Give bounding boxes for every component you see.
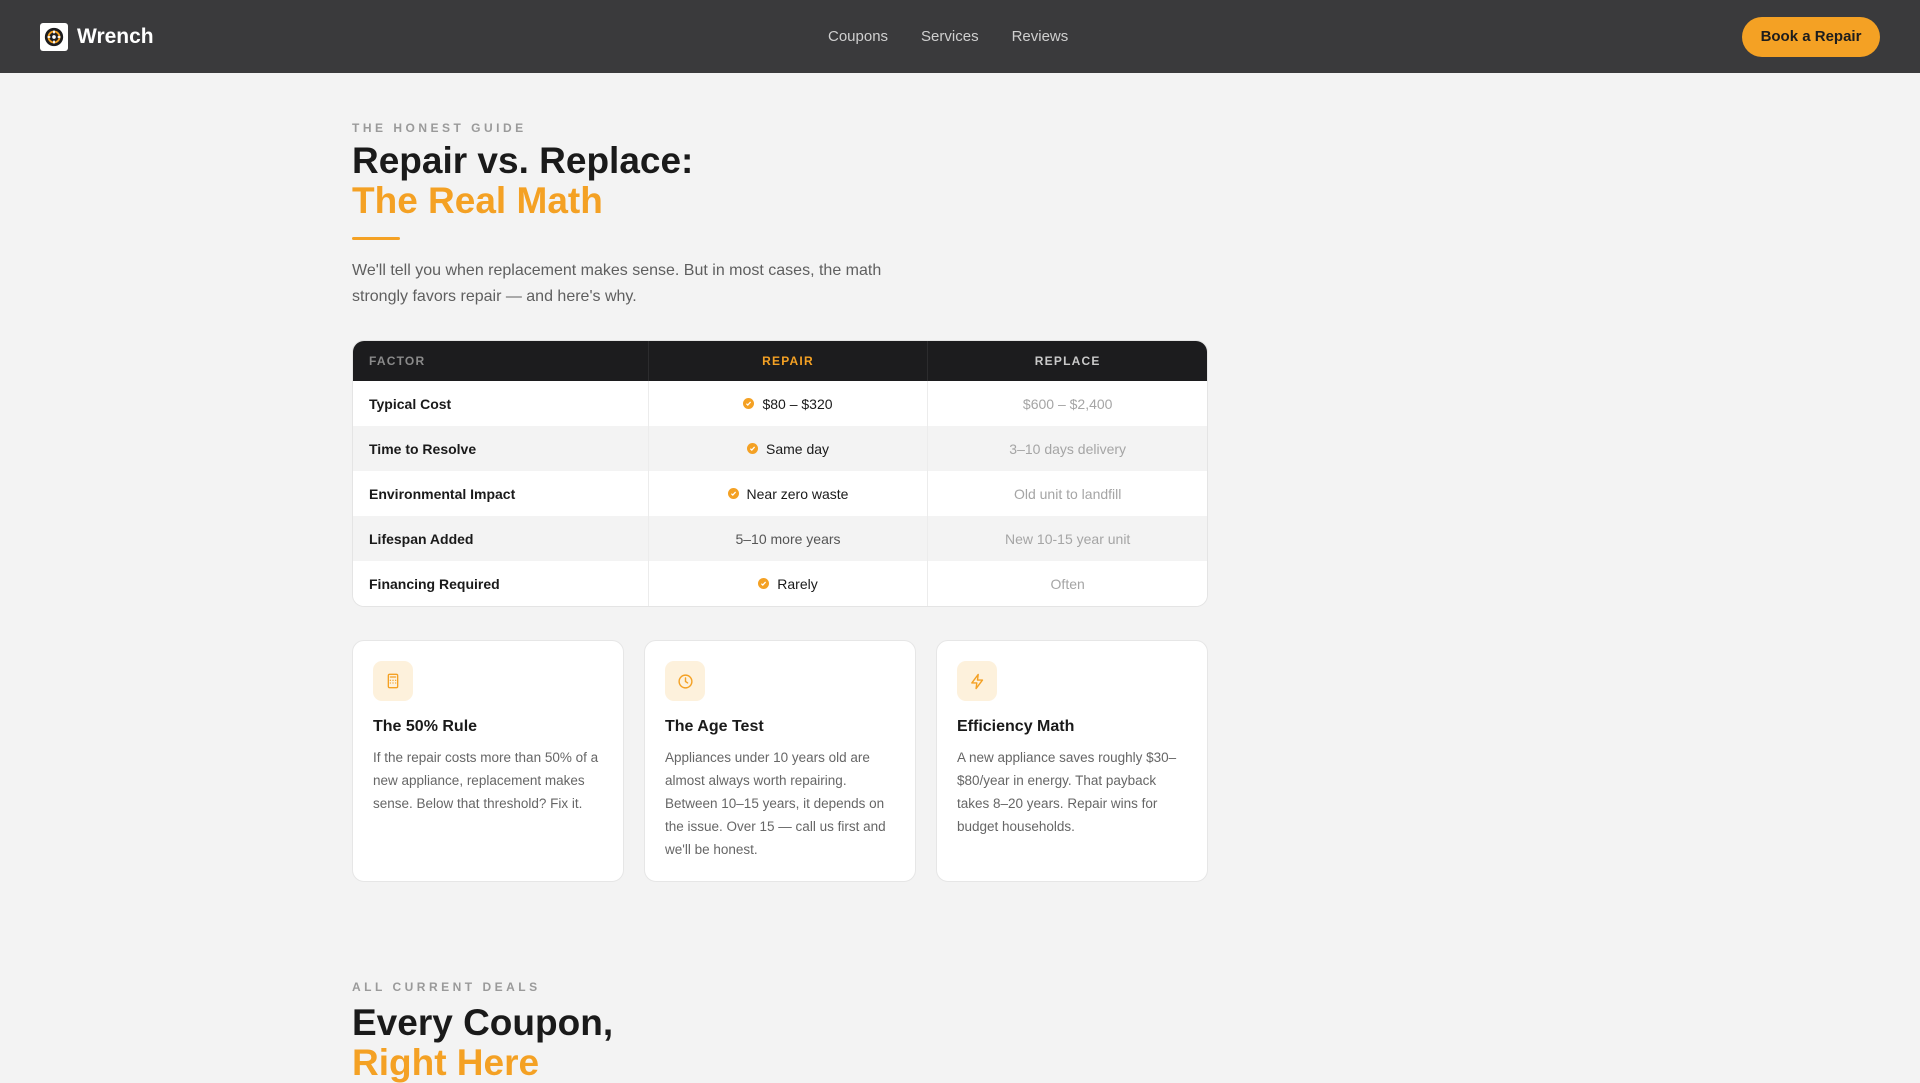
deals-title-line-2: Right Here xyxy=(352,1042,540,1083)
card-title: The Age Test xyxy=(665,718,764,735)
card-text: If the repair costs more than 50% of a n… xyxy=(373,750,599,811)
table-body: Typical Cost $80 – $320 $600 – $2,400 Ti… xyxy=(353,381,1207,606)
row-repair: $80 – $320 xyxy=(649,381,929,426)
deals-eyebrow: ALL CURRENT DEALS xyxy=(352,980,541,994)
check-icon xyxy=(727,488,739,499)
card-age-test: The Age Test Appliances under 10 years o… xyxy=(644,640,916,882)
top-nav: Wrench Coupons Services Reviews Book a R… xyxy=(0,0,1920,73)
table-header: FACTOR REPAIR REPLACE xyxy=(353,341,1207,381)
calculator-icon xyxy=(373,661,413,701)
row-replace: 3–10 days delivery xyxy=(1009,440,1127,457)
deals-title: Every Coupon, Right Here xyxy=(352,1003,1208,1083)
nav-link-coupons[interactable]: Coupons xyxy=(828,28,888,45)
page-title: Repair vs. Replace: The Real Math xyxy=(352,141,1208,221)
table-row: Financing Required Rarely Often xyxy=(353,561,1207,606)
rule-cards: The 50% Rule If the repair costs more th… xyxy=(352,640,1208,882)
header-replace: REPLACE xyxy=(1034,354,1101,368)
row-repair: 5–10 more years xyxy=(649,516,929,561)
card-efficiency-math: Efficiency Math A new appliance saves ro… xyxy=(936,640,1208,882)
card-50-percent-rule: The 50% Rule If the repair costs more th… xyxy=(352,640,624,882)
row-replace: Often xyxy=(1050,575,1085,592)
brand-name: Wrench xyxy=(77,24,154,48)
check-icon xyxy=(746,443,758,454)
row-replace: New 10-15 year unit xyxy=(1005,530,1131,547)
nav-link-services[interactable]: Services xyxy=(921,28,979,45)
brand-logo-link[interactable]: Wrench xyxy=(40,22,154,51)
card-text: A new appliance saves roughly $30–$80/ye… xyxy=(957,750,1177,834)
row-factor: Financing Required xyxy=(353,561,649,606)
table-row: Typical Cost $80 – $320 $600 – $2,400 xyxy=(353,381,1207,426)
card-title: Efficiency Math xyxy=(957,718,1075,735)
header-repair: REPAIR xyxy=(649,341,929,381)
row-replace: $600 – $2,400 xyxy=(1022,395,1113,412)
row-factor: Time to Resolve xyxy=(353,426,649,471)
book-repair-button[interactable]: Book a Repair xyxy=(1742,16,1880,57)
row-replace: Old unit to landfill xyxy=(1013,485,1122,502)
card-text: Appliances under 10 years old are almost… xyxy=(665,750,886,857)
repair-value: 5–10 more years xyxy=(735,530,841,547)
wrench-logo-icon xyxy=(40,22,68,51)
row-repair: Rarely xyxy=(649,561,929,606)
card-title: The 50% Rule xyxy=(373,718,478,735)
deals-title-line-1: Every Coupon, xyxy=(352,1002,614,1043)
nav-links: Coupons Services Reviews xyxy=(828,0,1068,73)
main-content: THE HONEST GUIDE Repair vs. Replace: The… xyxy=(352,73,1208,1083)
table-row: Environmental Impact Near zero waste Old… xyxy=(353,471,1207,516)
repair-value: Near zero waste xyxy=(746,485,849,502)
repair-value: Rarely xyxy=(777,575,818,592)
repair-value: Same day xyxy=(765,440,830,457)
table-row: Lifespan Added 5–10 more years New 10-15… xyxy=(353,516,1207,561)
title-divider xyxy=(352,237,400,240)
title-line-2: The Real Math xyxy=(352,180,603,221)
row-repair: Same day xyxy=(649,426,929,471)
comparison-table: FACTOR REPAIR REPLACE Typical Cost $80 –… xyxy=(352,340,1208,607)
intro-text: We'll tell you when replacement makes se… xyxy=(352,262,882,305)
row-factor: Lifespan Added xyxy=(353,516,649,561)
check-icon xyxy=(758,578,770,589)
check-icon xyxy=(743,398,755,409)
title-line-1: Repair vs. Replace: xyxy=(352,140,694,181)
row-factor: Typical Cost xyxy=(353,381,649,426)
table-row: Time to Resolve Same day 3–10 days deliv… xyxy=(353,426,1207,471)
header-factor: FACTOR xyxy=(353,341,649,381)
row-repair: Near zero waste xyxy=(649,471,929,516)
nav-link-reviews[interactable]: Reviews xyxy=(1012,28,1069,45)
clock-icon xyxy=(665,661,705,701)
repair-value: $80 – $320 xyxy=(762,395,833,412)
lightning-icon xyxy=(957,661,997,701)
section-eyebrow: THE HONEST GUIDE xyxy=(352,121,527,135)
row-factor: Environmental Impact xyxy=(353,471,649,516)
